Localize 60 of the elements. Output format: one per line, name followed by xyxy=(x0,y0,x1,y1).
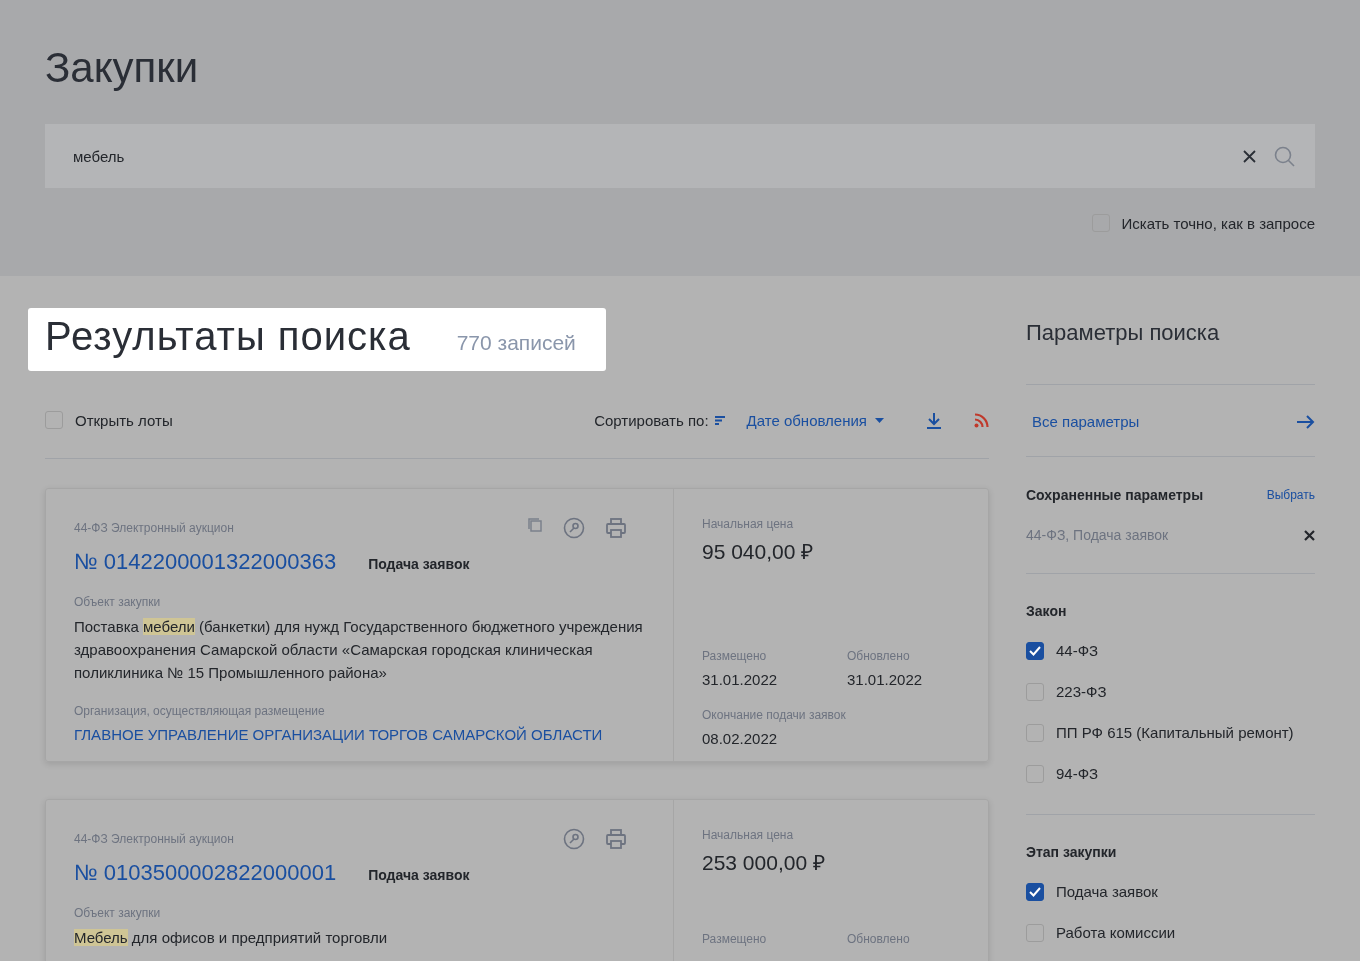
caret-icon xyxy=(875,417,884,423)
checkbox-label: Искать точно, как в запросе xyxy=(1121,214,1315,232)
sort-dropdown[interactable]: Дате обновления xyxy=(746,411,884,429)
saved-params: 44-ФЗ, Подача заявок xyxy=(1026,527,1169,543)
price: 253 000,00 ₽ xyxy=(702,850,826,876)
checkbox-label: 223-ФЗ xyxy=(1056,683,1107,700)
key-icon[interactable] xyxy=(563,828,585,850)
purchase-status: Подача заявок xyxy=(368,867,470,883)
sort-label: Сортировать по: xyxy=(594,411,709,429)
field-label: Объект закупки xyxy=(74,906,162,920)
select-link[interactable]: Выбрать xyxy=(1266,488,1315,502)
field-label: Начальная цена xyxy=(702,517,795,531)
field-label: Обновлено xyxy=(847,649,911,663)
search-field[interactable]: мебель xyxy=(45,124,1315,188)
purchase-number-link[interactable]: № 0142200001322000363 xyxy=(74,549,337,575)
checkbox[interactable] xyxy=(1026,882,1044,901)
key-icon[interactable] xyxy=(563,517,585,539)
purchase-status: Подача заявок xyxy=(368,556,470,572)
purchase-type: 44-ФЗ Электронный аукцион xyxy=(74,521,234,535)
checkbox[interactable] xyxy=(1026,641,1044,660)
date-value: 08.02.2022 xyxy=(702,730,779,747)
checkbox-label: ПП РФ 615 (Капитальный ремонт) xyxy=(1056,724,1294,741)
checkbox-label: Работа комиссии xyxy=(1056,924,1176,941)
download-icon[interactable] xyxy=(926,411,942,429)
rss-icon[interactable] xyxy=(974,412,989,428)
all-params-link[interactable]: Все параметры xyxy=(1026,413,1140,430)
copy-icon[interactable] xyxy=(527,517,543,533)
checkbox-label: 94-ФЗ xyxy=(1056,765,1099,782)
close-icon[interactable] xyxy=(1304,529,1315,541)
sort-icon xyxy=(714,415,725,425)
purchase-object: Поставка мебели (банкетки) для нужд Государственного бюджетного учреждения здравоохранения Самарской области «Самарская городская клиническая поликлиника № 15 Промышленного района» xyxy=(74,617,644,683)
field-label: Размещено xyxy=(702,932,768,946)
field-label: Обновлено xyxy=(847,932,911,946)
date-value: 31.01.2022 xyxy=(847,671,924,688)
checkbox-label: 44-ФЗ xyxy=(1056,642,1099,659)
field-label: Размещено xyxy=(702,649,768,663)
field-label: Окончание подачи заявок xyxy=(702,708,847,722)
checkbox-label: Подача заявок xyxy=(1056,883,1158,900)
search-icon[interactable] xyxy=(1274,145,1295,167)
field-label: Начальная цена xyxy=(702,828,795,842)
checkbox-label: Открыть лоты xyxy=(75,411,173,429)
section-title: Этап закупки xyxy=(1026,844,1117,860)
section-title: Сохраненные параметры xyxy=(1026,487,1204,503)
price: 95 040,00 ₽ xyxy=(702,539,815,565)
printer-icon[interactable] xyxy=(605,828,627,850)
results-title: Результаты поиска xyxy=(45,314,411,359)
sidebar-title: Параметры поиска xyxy=(1026,320,1221,346)
organization-link[interactable]: ГЛАВНОЕ УПРАВЛЕНИЕ ОРГАНИЗАЦИИ ТОРГОВ САМАРСКОЙ ОБЛАСТИ xyxy=(74,726,603,743)
results-count: 770 записей xyxy=(456,331,576,355)
purchase-object: Мебель для офисов и предприятий торговли xyxy=(74,928,388,948)
arrow-right-icon[interactable] xyxy=(1297,414,1315,429)
page-title: Закупки xyxy=(45,44,200,92)
purchase-number-link[interactable]: № 0103500002822000001 xyxy=(74,860,337,886)
date-value: 31.01.2022 xyxy=(702,671,779,688)
purchase-type: 44-ФЗ Электронный аукцион xyxy=(74,832,234,846)
field-label: Организация, осуществляющая размещение xyxy=(74,704,326,718)
printer-icon[interactable] xyxy=(605,517,627,539)
field-label: Объект закупки xyxy=(74,595,162,609)
clear-icon[interactable] xyxy=(1243,149,1256,163)
section-title: Закон xyxy=(1026,603,1067,619)
